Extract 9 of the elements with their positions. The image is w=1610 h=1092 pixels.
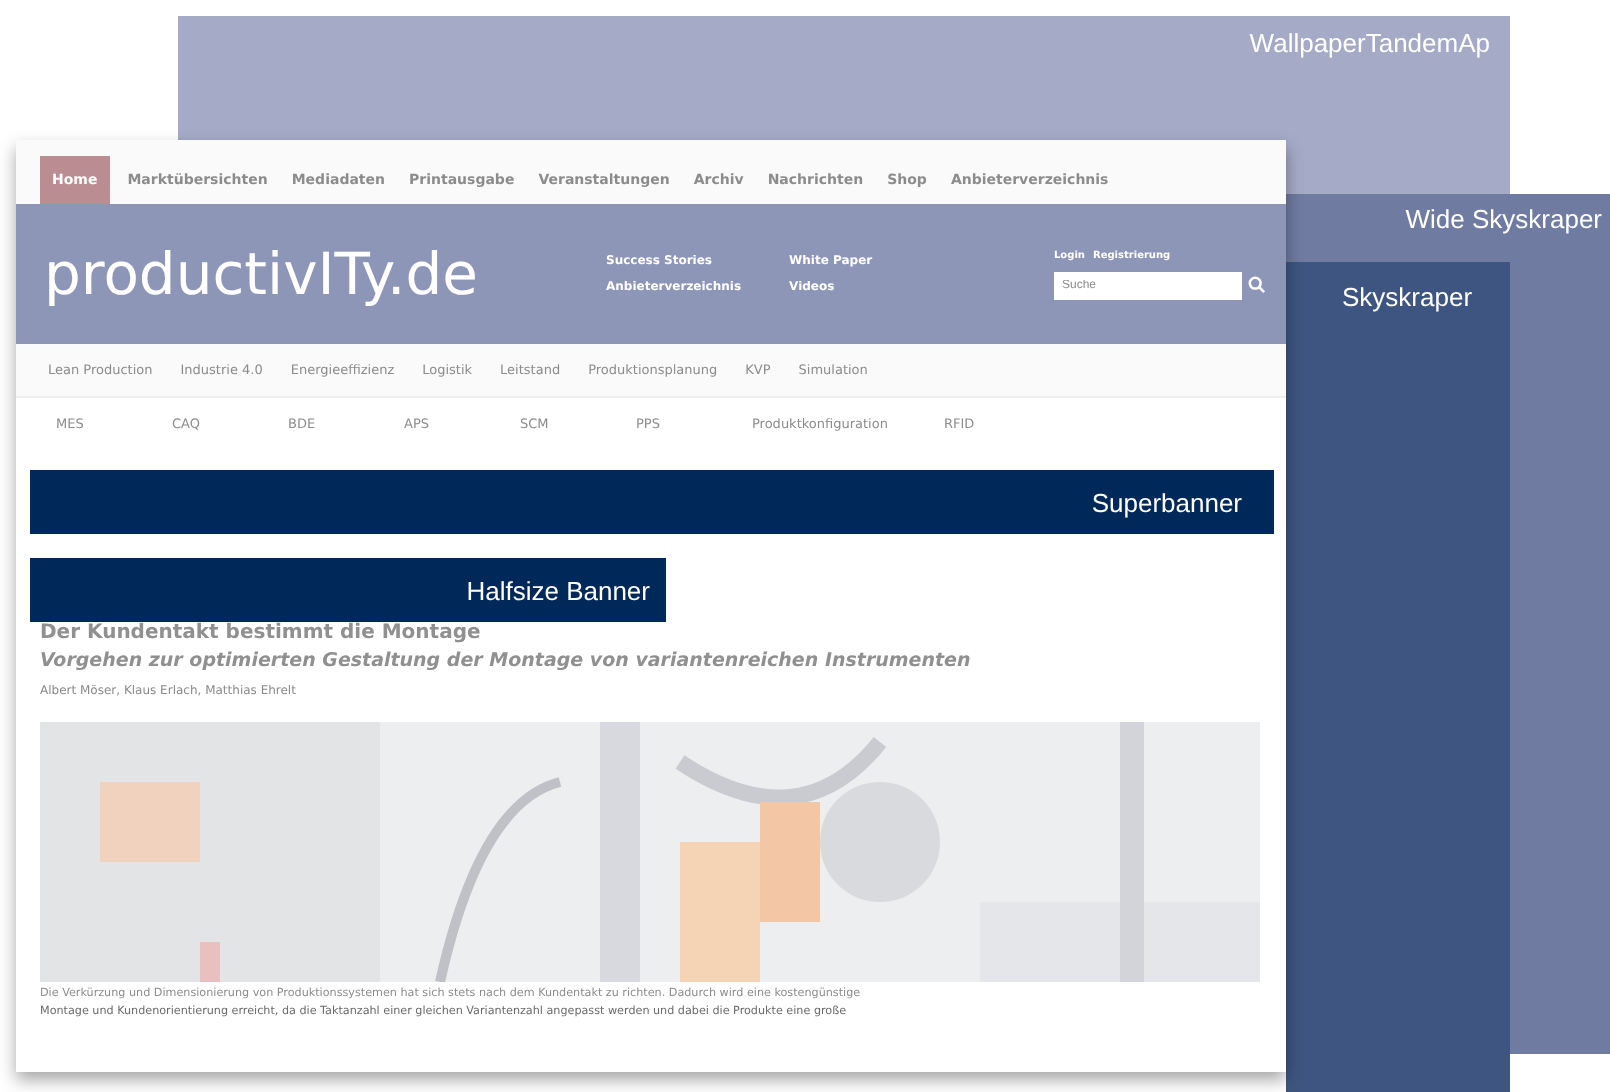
- placement-label: Wide Skyskraper: [1405, 202, 1604, 234]
- search-icon[interactable]: [1248, 276, 1266, 294]
- banner-label: Superbanner: [1091, 487, 1242, 517]
- article-title: Der Kundentakt bestimmt die Montage: [40, 622, 483, 644]
- site-logo[interactable]: productivITy.de: [44, 240, 479, 308]
- placement-label: WallpaperTandemAp: [1249, 26, 1492, 58]
- placement-label: Skyskraper: [1340, 280, 1473, 312]
- banner-label: Halfsize Banner: [466, 575, 650, 605]
- article-subtitle: Vorgehen zur optimierten Gestaltung der Montage von variantenreichen Instrumenten: [40, 650, 973, 672]
